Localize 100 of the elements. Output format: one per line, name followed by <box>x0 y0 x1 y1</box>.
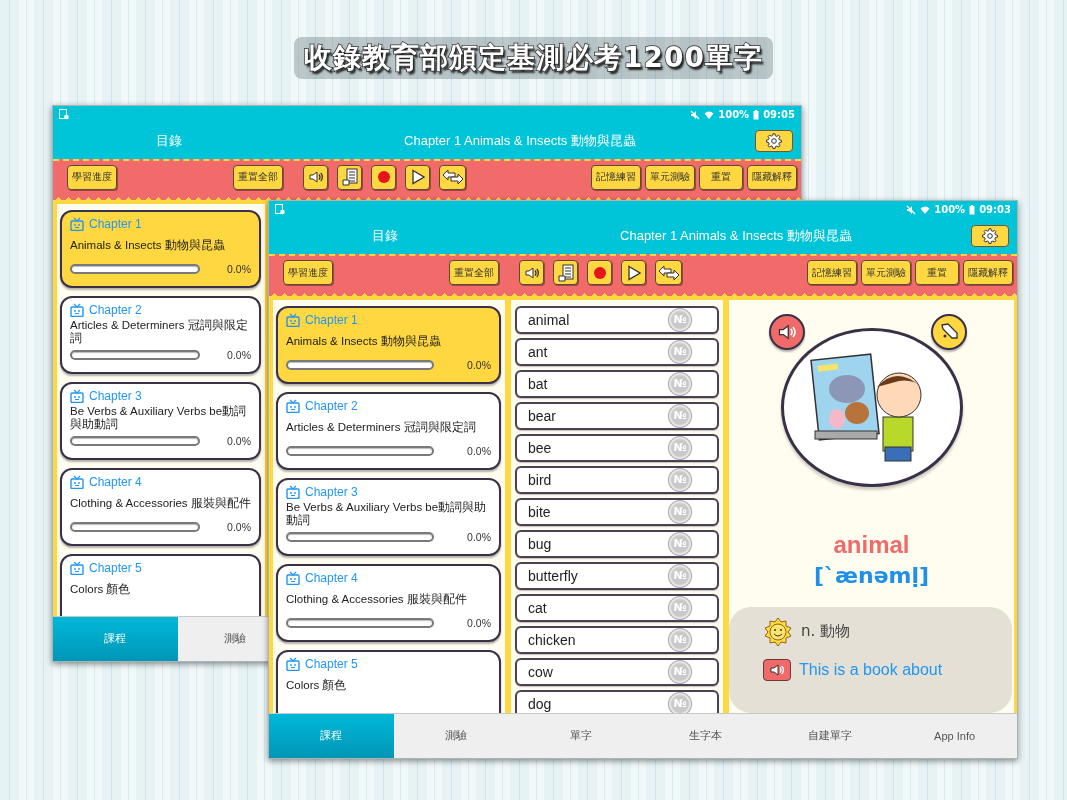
header-label: 目錄 <box>156 133 182 149</box>
chapter-label: Chapter 5 <box>89 560 142 575</box>
word-item[interactable]: bite № <box>515 497 719 526</box>
word-item[interactable]: butterfly № <box>515 561 719 590</box>
part-of-speech-badge: № <box>669 532 691 555</box>
part-of-speech-badge: № <box>669 340 691 363</box>
word-item[interactable]: cow № <box>515 657 719 686</box>
chapter-card[interactable]: Chapter 1 Animals & Insects 動物與昆蟲 0.0% <box>60 209 261 288</box>
battery-percent: 100% <box>934 204 966 216</box>
part-of-speech-badge: № <box>669 436 691 459</box>
clock-time: 09:03 <box>979 204 1011 216</box>
battery-icon <box>753 109 760 120</box>
progress-percent: 0.0% <box>467 530 491 543</box>
chapter-label: Chapter 5 <box>305 656 358 671</box>
definition-text: n. 動物 <box>801 622 851 642</box>
part-of-speech-badge: № <box>669 308 691 331</box>
tv-icon <box>286 570 300 585</box>
play-icon <box>410 169 425 186</box>
toolbar-button[interactable]: 學習進度 <box>67 164 117 190</box>
word-item[interactable]: bear № <box>515 401 719 430</box>
chapter-label: Chapter 1 <box>89 216 142 231</box>
toolbar-button[interactable]: 重置 <box>915 260 959 286</box>
toolbar-button[interactable]: 重置全部 <box>449 260 499 286</box>
chapter-heading: Chapter 1 Animals & Insects 動物與昆蟲 <box>404 133 636 149</box>
chapter-title: Animals & Insects 動物與昆蟲 <box>286 335 441 349</box>
word-title: animal <box>833 530 910 559</box>
battery-icon <box>969 204 976 215</box>
chapter-label: Chapter 2 <box>89 302 142 317</box>
progress-percent: 0.0% <box>227 348 251 361</box>
word-item[interactable]: dog № <box>515 689 719 713</box>
word-item[interactable]: bug № <box>515 529 719 558</box>
toolbar-button[interactable]: 重置 <box>699 164 743 190</box>
tv-icon <box>70 560 84 575</box>
part-of-speech-badge: № <box>669 404 691 427</box>
tv-icon <box>70 302 84 317</box>
chapter-card[interactable]: Chapter 2 Articles & Determiners 冠詞與限定詞 0.0% <box>60 295 261 374</box>
swap-button[interactable] <box>439 164 466 190</box>
chapter-card[interactable]: Chapter 4 Clothing & Accessories 服裝與配件 0.0% <box>60 467 261 546</box>
play-sentence-button[interactable] <box>763 658 791 681</box>
word-item[interactable]: animal № <box>515 305 719 334</box>
toolbar-button[interactable]: 單元測驗 <box>861 260 911 286</box>
chapter-label: Chapter 4 <box>89 474 142 489</box>
word-item[interactable]: bat № <box>515 369 719 398</box>
chapter-card[interactable]: Chapter 5 Colors 顏色 <box>276 649 501 713</box>
tv-icon <box>70 474 84 489</box>
chapter-card[interactable]: Chapter 3 Be Verbs & Auxiliary Verbs be動詞與助動詞 0.0% <box>60 381 261 460</box>
chapter-title: Be Verbs & Auxiliary Verbs be動詞與助動詞 <box>70 404 248 431</box>
chapter-card[interactable]: Chapter 4 Clothing & Accessories 服裝與配件 0.0% <box>276 563 501 642</box>
document-button[interactable] <box>337 164 362 190</box>
document-icon <box>557 263 574 282</box>
tv-icon <box>286 484 300 499</box>
tv-icon <box>286 398 300 413</box>
speaker-icon <box>769 661 785 678</box>
record-button[interactable] <box>371 164 396 190</box>
swap-icon <box>441 169 464 186</box>
speaker-icon <box>523 264 540 281</box>
word-item[interactable]: bee № <box>515 433 719 462</box>
document-button[interactable] <box>553 260 578 286</box>
word-item[interactable]: chicken № <box>515 625 719 654</box>
notification-icon <box>275 204 285 216</box>
pronounce-button[interactable] <box>769 313 805 350</box>
toolbar-button[interactable]: 記憶練習 <box>807 260 857 286</box>
play-icon <box>626 264 641 281</box>
tag-icon <box>939 321 959 342</box>
settings-button[interactable] <box>971 225 1009 248</box>
toolbar-button[interactable]: 學習進度 <box>283 260 333 286</box>
word-item[interactable]: ant № <box>515 337 719 366</box>
progress-percent: 0.0% <box>227 262 251 275</box>
toolbar-button[interactable]: 重置全部 <box>233 164 283 190</box>
progress-percent: 0.0% <box>467 358 491 371</box>
smiling-sun-icon <box>763 616 793 647</box>
chapter-label: Chapter 3 <box>305 484 358 499</box>
phonetic-text: [`ænəmḷ] <box>813 562 930 589</box>
speaker-button[interactable] <box>303 164 328 190</box>
chapter-card[interactable]: Chapter 2 Articles & Determiners 冠詞與限定詞 0.0% <box>276 391 501 470</box>
chapter-heading: Chapter 1 Animals & Insects 動物與昆蟲 <box>620 228 852 244</box>
play-button[interactable] <box>405 164 430 190</box>
settings-button[interactable] <box>755 130 793 153</box>
record-button[interactable] <box>587 260 612 286</box>
toolbar-button[interactable]: 單元測驗 <box>645 164 695 190</box>
toolbar-button[interactable]: 記憶練習 <box>591 164 641 190</box>
chapter-card[interactable]: Chapter 3 Be Verbs & Auxiliary Verbs be動詞與助動詞 0.0% <box>276 477 501 556</box>
swap-button[interactable] <box>655 260 682 286</box>
tag-button[interactable] <box>931 313 967 350</box>
chapter-card[interactable]: Chapter 1 Animals & Insects 動物與昆蟲 0.0% <box>276 305 501 384</box>
chapter-label: Chapter 2 <box>305 398 358 413</box>
chapter-label: Chapter 3 <box>89 388 142 403</box>
chapter-card[interactable]: Chapter 5 Colors 顏色 <box>60 553 261 616</box>
word-item[interactable]: bird № <box>515 465 719 494</box>
word-item[interactable]: cat № <box>515 593 719 622</box>
toolbar-button[interactable]: 隱藏解釋 <box>963 260 1013 286</box>
tv-icon <box>286 312 300 327</box>
clock-time: 09:05 <box>763 109 795 121</box>
part-of-speech-badge: № <box>669 596 691 619</box>
speaker-button[interactable] <box>519 260 544 286</box>
toolbar-button[interactable]: 隱藏解釋 <box>747 164 797 190</box>
chapter-label: Chapter 1 <box>305 312 358 327</box>
promo-headline: 收錄教育部頒定基測必考1200單字 <box>294 37 773 79</box>
header-label: 目錄 <box>372 228 398 244</box>
play-button[interactable] <box>621 260 646 286</box>
